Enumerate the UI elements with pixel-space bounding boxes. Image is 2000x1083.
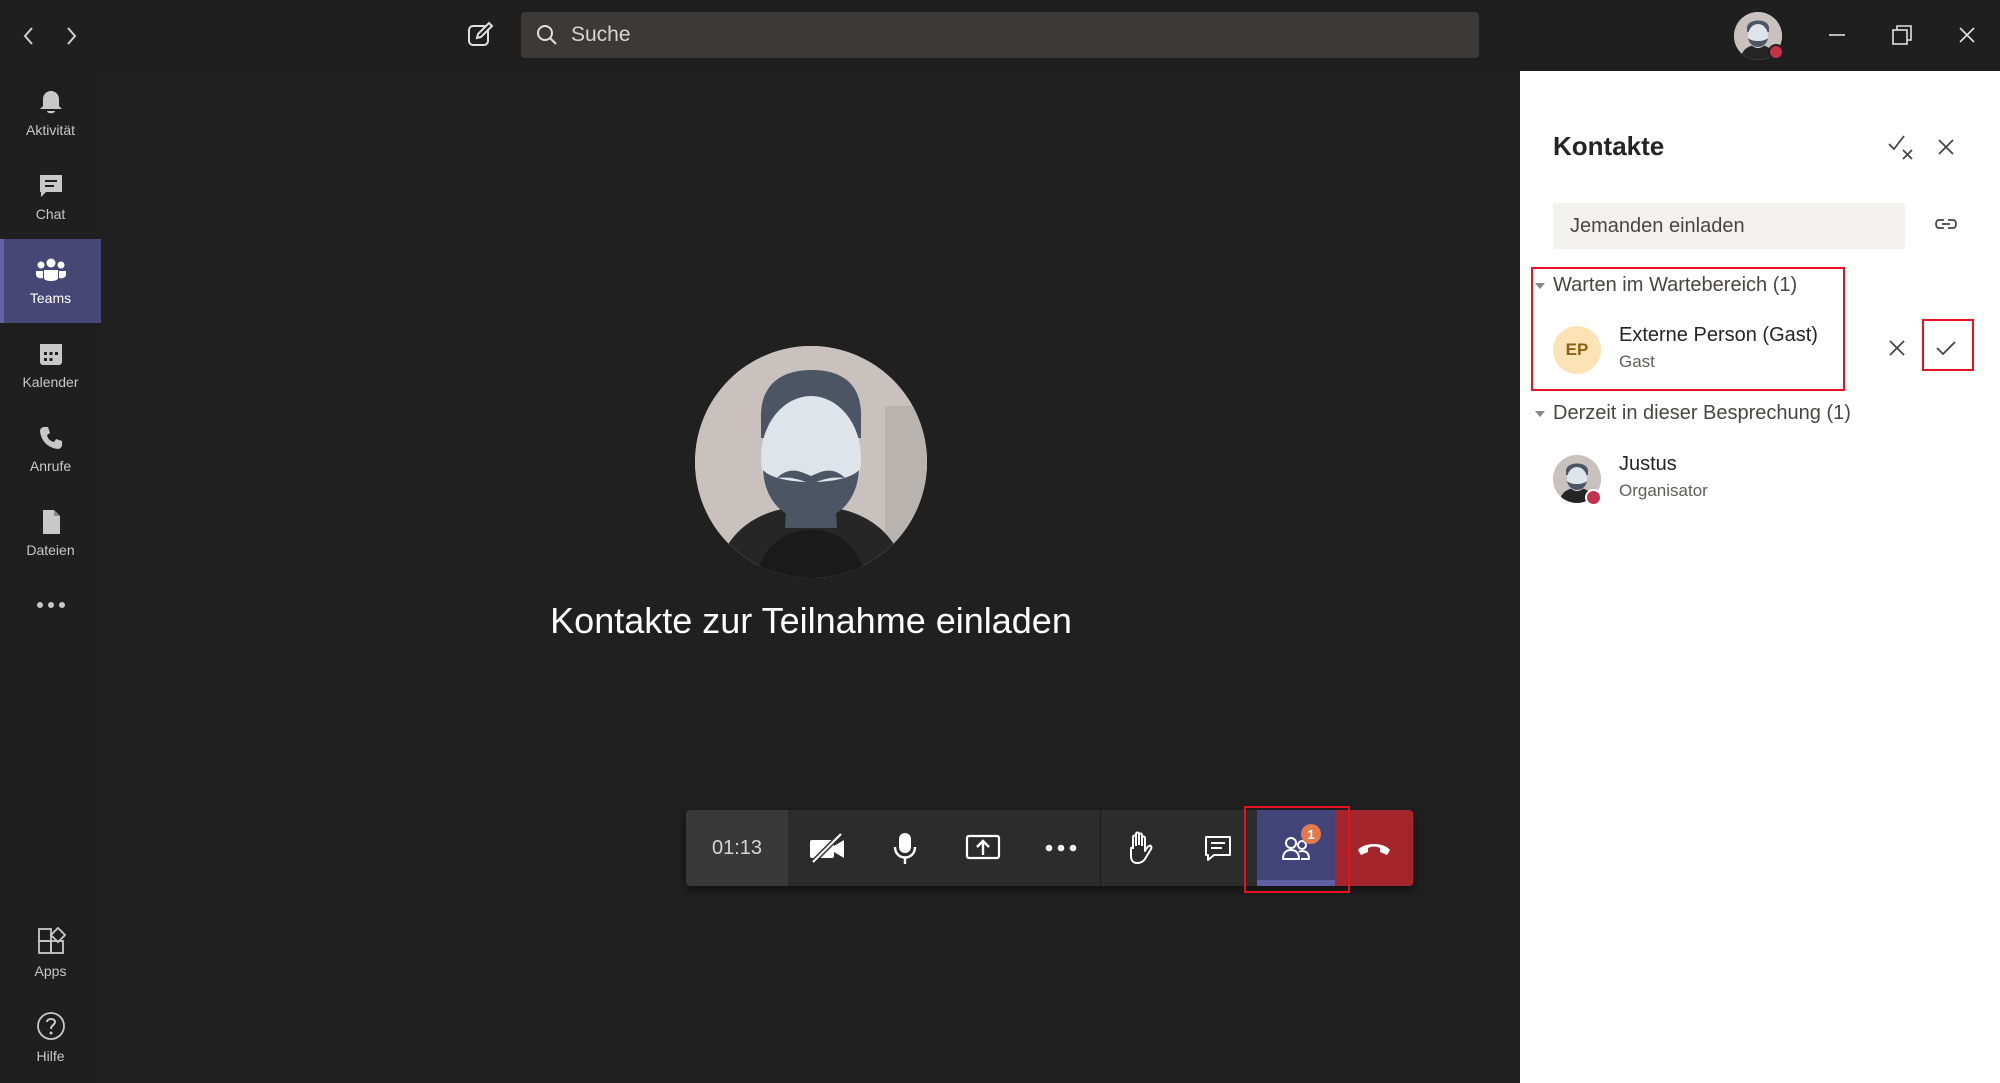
invite-message: Kontakte zur Teilnahme einladen <box>550 600 1072 641</box>
more-icon <box>1045 844 1077 852</box>
section-title: Derzeit in dieser Besprechung (1) <box>1553 402 1851 424</box>
title-bar <box>0 0 2000 71</box>
rail-item-label: Kalender <box>22 374 79 390</box>
participant-role: Organisator <box>1619 481 1708 500</box>
chevron-right-icon <box>67 27 77 45</box>
meeting-chat-button[interactable] <box>1179 810 1257 886</box>
in-meeting-section-header[interactable]: Derzeit in dieser Besprechung (1) <box>1533 402 1851 425</box>
hang-up-button[interactable] <box>1335 810 1413 886</box>
phone-icon <box>39 427 62 449</box>
copy-join-link-button[interactable] <box>1929 207 1963 241</box>
deny-entry-button[interactable] <box>1880 331 1914 365</box>
show-participants-button[interactable]: 1 <box>1257 810 1335 886</box>
rail-item-anrufe[interactable]: Anrufe <box>0 407 101 491</box>
lobby-section-header[interactable]: Warten im Wartebereich (1) <box>1533 274 1797 297</box>
forward-button[interactable] <box>55 20 87 52</box>
rail-item-apps[interactable]: Apps <box>0 911 101 995</box>
presence-busy-indicator <box>1768 44 1784 60</box>
rail-item-teams[interactable]: Teams <box>0 239 101 323</box>
rail-item-label: Hilfe <box>36 1048 65 1064</box>
chat-icon <box>39 175 62 197</box>
rail-item-hilfe[interactable]: Hilfe <box>0 995 101 1079</box>
search-box[interactable] <box>521 12 1479 58</box>
minimize-icon <box>1829 34 1845 36</box>
notification-badge: 1 <box>1301 824 1321 844</box>
mute-all-button[interactable] <box>1884 130 1918 164</box>
back-button[interactable] <box>13 20 45 52</box>
rail-item-label: Apps <box>34 963 67 979</box>
camera-off-icon <box>810 833 844 863</box>
hang-up-icon <box>1358 844 1390 855</box>
participant-name: Externe Person (Gast) <box>1619 324 1818 346</box>
chevron-left-icon <box>23 27 33 45</box>
app-bar: Aktivität Chat Teams Kalender Anrufe Dat… <box>0 71 101 1083</box>
microphone-button[interactable] <box>866 810 944 886</box>
file-icon <box>42 510 60 534</box>
presence-busy-indicator <box>1585 489 1602 506</box>
participant-role: Gast <box>1619 352 1655 371</box>
camera-toggle-button[interactable] <box>788 810 866 886</box>
avatar: EP <box>1553 326 1601 374</box>
close-icon <box>1889 340 1905 356</box>
call-controls-bar: 01:13 1 <box>686 810 1414 886</box>
raise-hand-icon <box>1130 831 1153 864</box>
rail-item-label: Teams <box>29 290 72 306</box>
rail-item-label: Dateien <box>26 542 75 558</box>
raise-hand-button[interactable] <box>1101 810 1179 886</box>
close-icon <box>1938 139 1954 155</box>
rail-item-chat[interactable]: Chat <box>0 155 101 239</box>
checkmark-icon <box>1936 341 1956 356</box>
new-chat-button[interactable] <box>463 18 497 52</box>
participant-avatar <box>695 346 927 578</box>
share-screen-icon <box>965 834 1001 860</box>
search-icon <box>533 21 561 49</box>
microphone-icon <box>893 833 917 864</box>
teams-icon <box>35 258 66 281</box>
restore-button[interactable] <box>1879 14 1925 56</box>
calendar-icon <box>39 344 62 365</box>
rail-item-aktivitaet[interactable]: Aktivität <box>0 71 101 155</box>
close-panel-button[interactable] <box>1929 130 1963 164</box>
check-cross-icon <box>1888 135 1913 160</box>
close-window-button[interactable] <box>1944 14 1990 56</box>
rail-item-label: Aktivität <box>25 122 75 138</box>
profile-picture <box>695 346 927 578</box>
section-title: Warten im Wartebereich (1) <box>1553 274 1798 296</box>
close-icon <box>1959 27 1975 43</box>
search-input[interactable] <box>569 22 1423 48</box>
rail-item-label: Anrufe <box>29 458 72 474</box>
call-timer: 01:13 <box>686 810 788 886</box>
restore-icon <box>1892 25 1912 45</box>
rail-item-dateien[interactable]: Dateien <box>0 491 101 575</box>
more-actions-button[interactable] <box>1022 810 1100 886</box>
bell-icon <box>39 91 62 114</box>
caret-down-icon <box>1533 407 1547 421</box>
help-icon <box>36 1012 65 1040</box>
panel-title: Kontakte <box>1553 131 1665 161</box>
participant-name: Justus <box>1619 453 1677 475</box>
meeting-participant[interactable]: Justus Organisator <box>1553 451 1953 507</box>
link-icon <box>1935 219 1957 229</box>
caret-down-icon <box>1533 279 1547 293</box>
rail-item-label: Chat <box>35 206 66 222</box>
compose-icon <box>468 21 494 46</box>
admit-button[interactable] <box>1929 331 1963 365</box>
more-apps-button[interactable] <box>0 575 101 635</box>
invite-someone-input[interactable] <box>1553 203 1905 249</box>
chat-icon <box>1205 836 1231 861</box>
rail-item-kalender[interactable]: Kalender <box>0 323 101 407</box>
apps-icon <box>37 927 66 954</box>
participants-panel: Kontakte Warten im Wartebereich (1) EP E… <box>1520 71 2000 1083</box>
minimize-button[interactable] <box>1814 14 1860 56</box>
more-icon <box>36 602 65 608</box>
share-screen-button[interactable] <box>944 810 1022 886</box>
